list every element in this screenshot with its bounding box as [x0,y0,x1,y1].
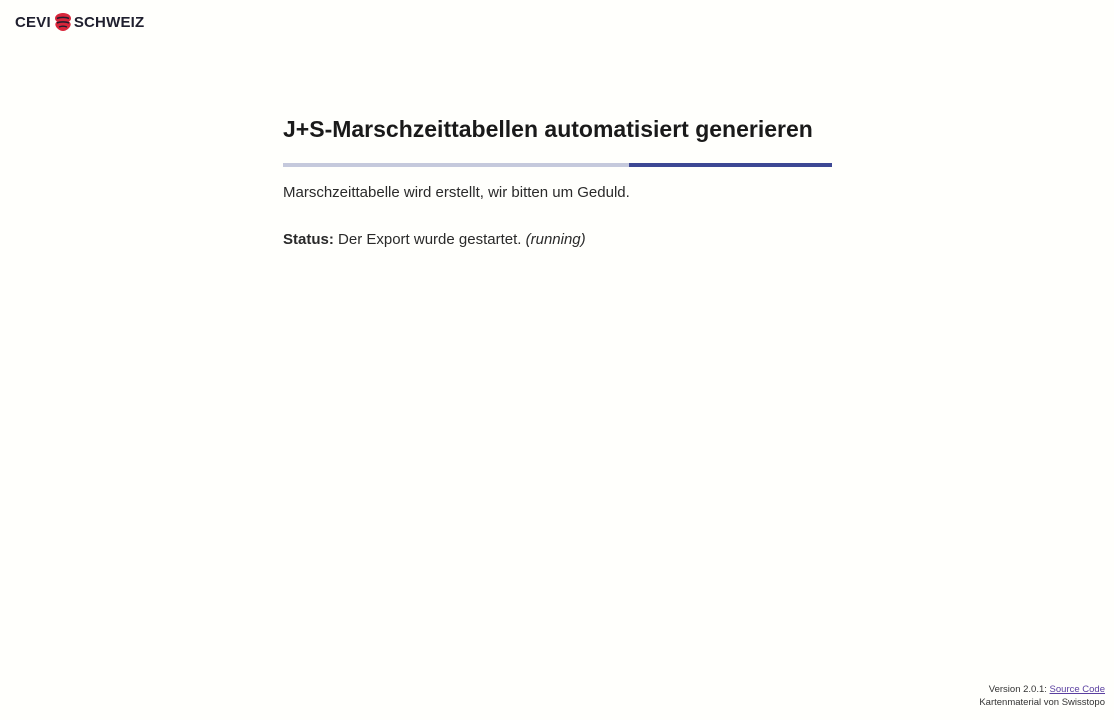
progress-bar-fill [628,163,832,167]
cevi-logo[interactable]: CEVI SCHWEIZ [15,12,144,32]
footer: Version 2.0.1: Source Code Kartenmateria… [979,683,1105,709]
status-code: (running) [525,231,586,248]
progress-bar [283,163,832,167]
main-content: J+S-Marschzeittabellen automatisiert gen… [283,112,832,248]
map-credit: Kartenmaterial von Swisstopo [979,697,1105,708]
logo-text-schweiz: SCHWEIZ [73,13,145,31]
logo-text-cevi: CEVI [15,13,51,31]
status-label: Status: [283,231,334,248]
header: CEVI SCHWEIZ [15,10,144,34]
status-message: Der Export wurde gestartet. [338,231,522,248]
info-text: Marschzeittabelle wird erstellt, wir bit… [283,184,630,201]
page: CEVI SCHWEIZ J+S-Marschzeittabellen auto… [0,0,1114,720]
page-title: J+S-Marschzeittabellen automatisiert gen… [283,116,813,142]
version-line: Version 2.0.1: Source Code [979,683,1105,696]
version-text: Version 2.0.1: [988,684,1047,695]
source-code-link[interactable]: Source Code [1050,684,1105,695]
status-line: Status: Der Export wurde gestartet. (run… [283,231,832,248]
cevi-logo-icon [54,13,71,31]
